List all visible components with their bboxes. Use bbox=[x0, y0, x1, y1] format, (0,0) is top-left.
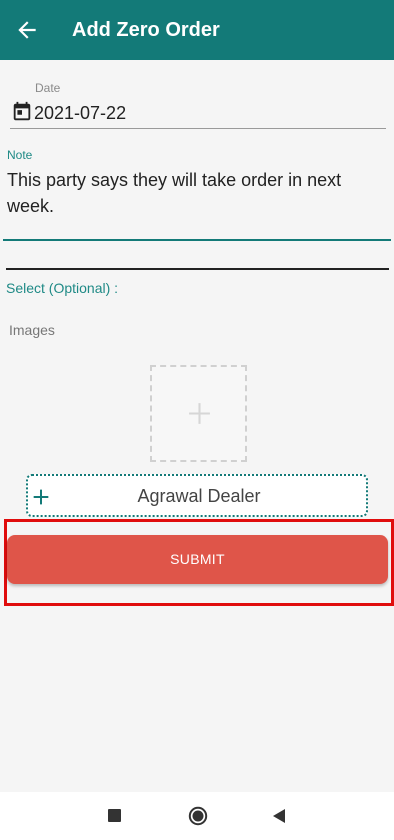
dealer-selector[interactable]: Agrawal Dealer bbox=[26, 474, 368, 517]
date-field[interactable]: 2021-07-22 bbox=[10, 100, 386, 129]
page-title: Add Zero Order bbox=[72, 19, 220, 41]
system-nav-bar bbox=[0, 792, 394, 840]
note-underline bbox=[3, 239, 391, 241]
arrow-back-icon[interactable] bbox=[14, 17, 40, 43]
app-bar: Add Zero Order bbox=[0, 0, 394, 60]
calendar-icon bbox=[13, 101, 31, 121]
date-value: 2021-07-22 bbox=[34, 103, 127, 123]
images-label: Images bbox=[9, 322, 55, 338]
select-label: Select (Optional) : bbox=[6, 280, 119, 296]
circle-icon[interactable] bbox=[188, 806, 208, 826]
submit-button[interactable]: SUBMIT bbox=[7, 535, 388, 584]
plus-icon bbox=[189, 403, 210, 424]
divider bbox=[6, 268, 389, 270]
note-field[interactable]: This party says they will take order in … bbox=[7, 167, 387, 219]
note-label: Note bbox=[7, 148, 33, 162]
dealer-name: Agrawal Dealer bbox=[137, 486, 261, 506]
triangle-back-icon[interactable] bbox=[272, 808, 286, 824]
date-label: Date bbox=[35, 81, 61, 95]
square-icon[interactable] bbox=[108, 809, 121, 822]
add-image-button[interactable] bbox=[150, 365, 247, 462]
